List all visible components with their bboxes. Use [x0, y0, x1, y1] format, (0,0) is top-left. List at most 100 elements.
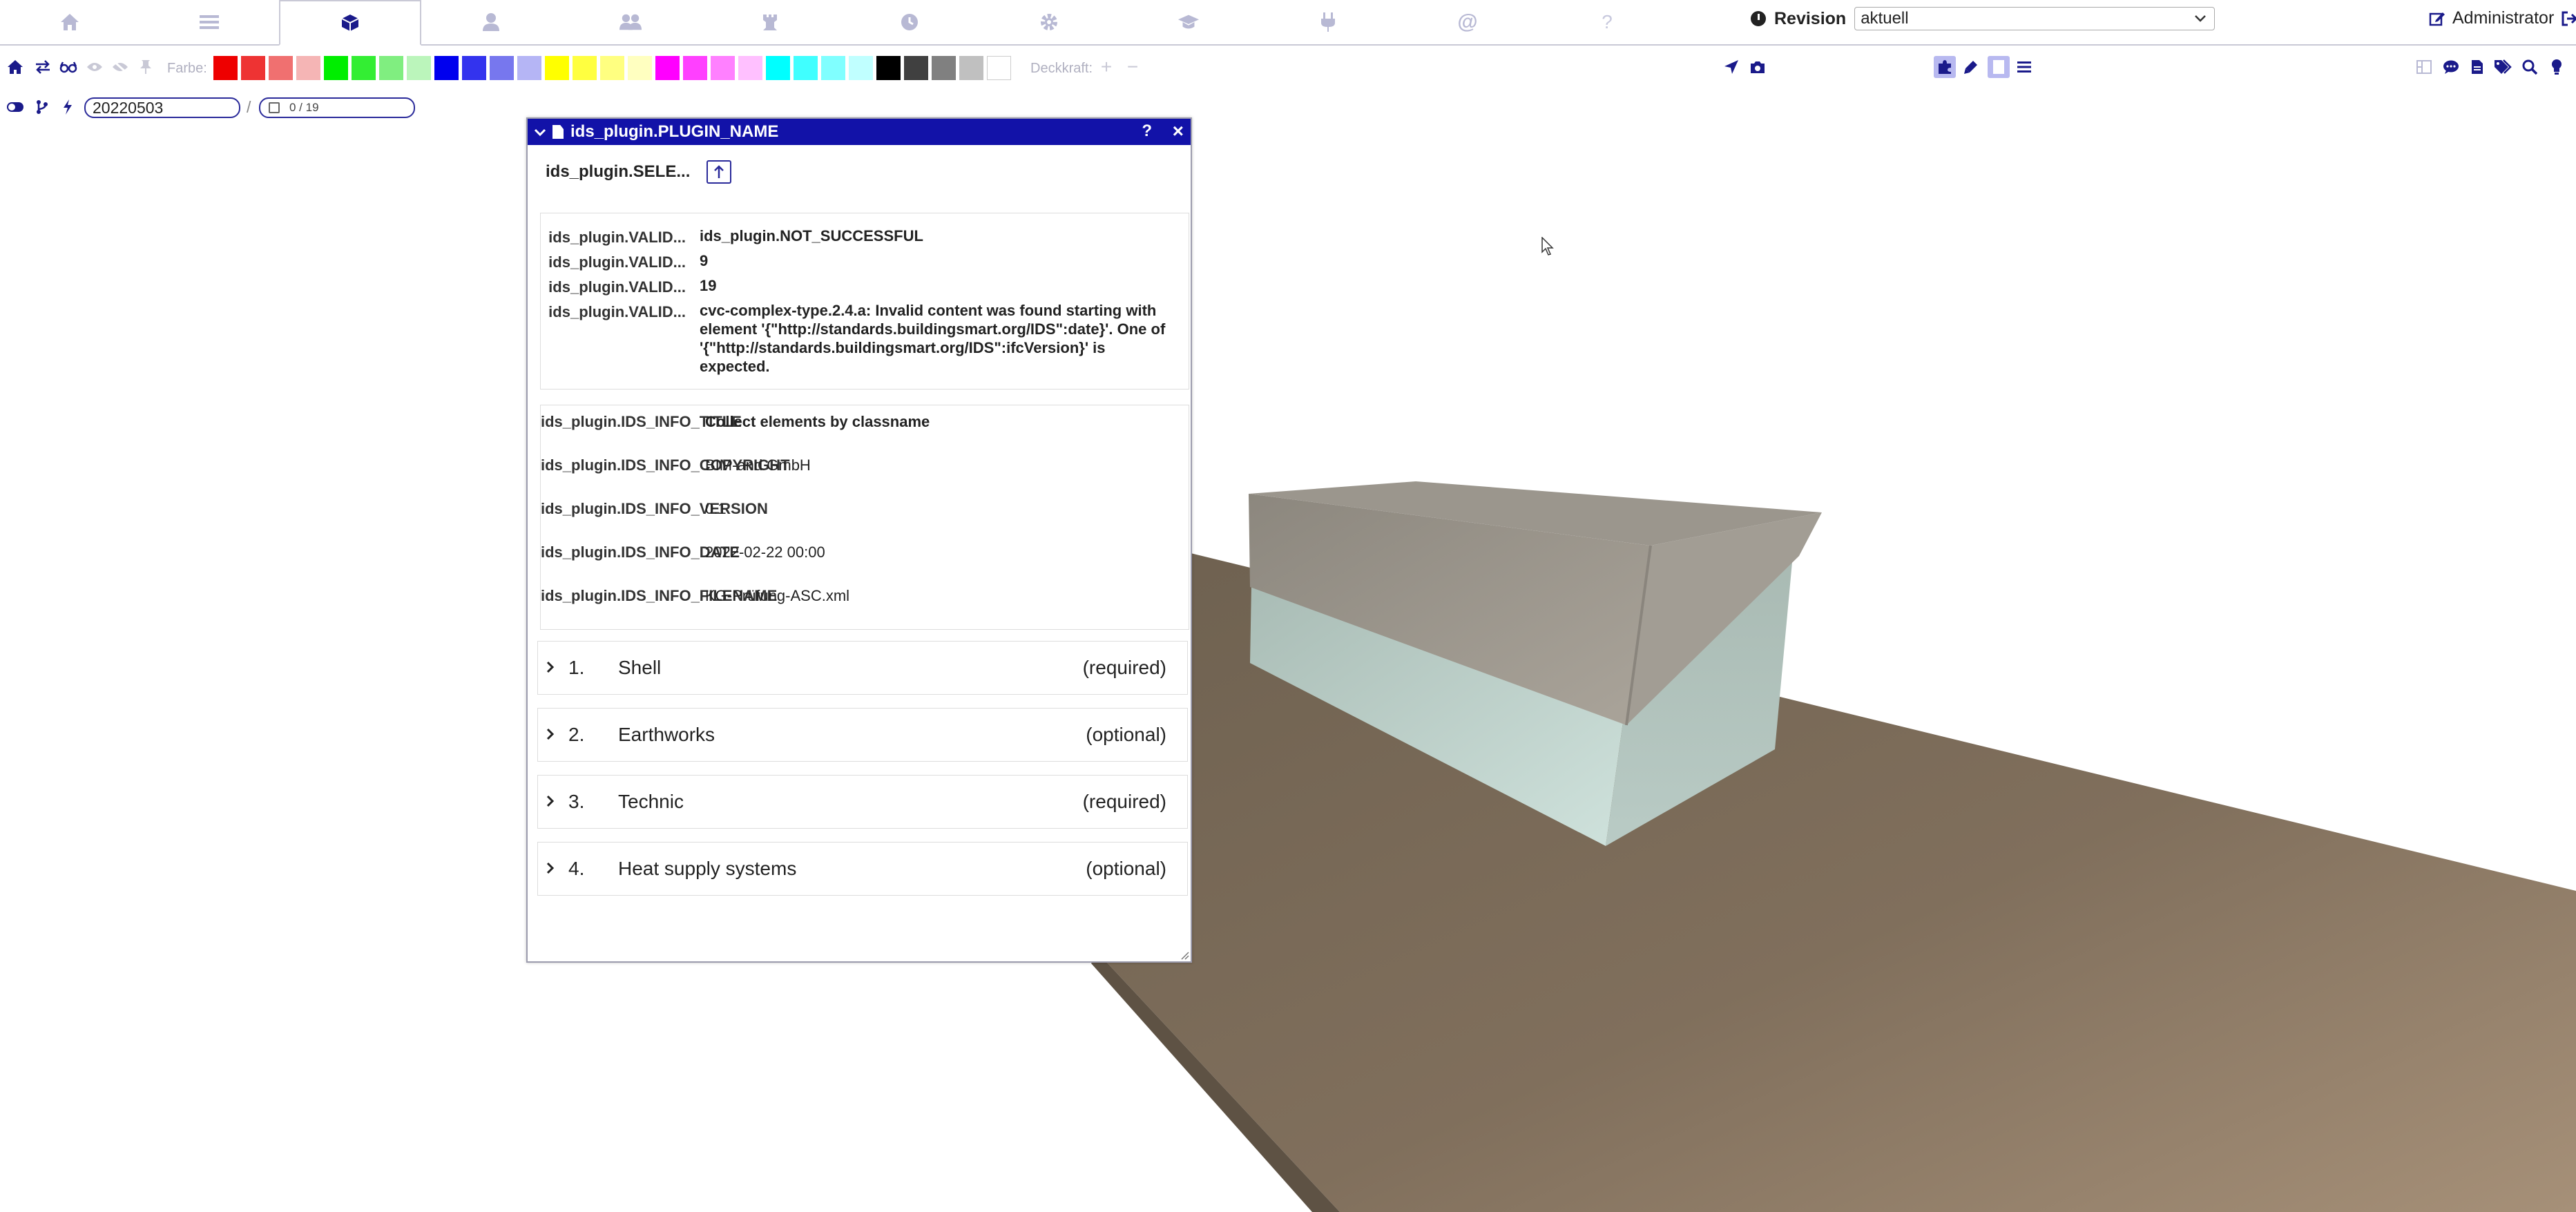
info-value: 0.1: [705, 500, 727, 517]
color-swatch[interactable]: [296, 56, 320, 80]
tab-rooms[interactable]: [700, 0, 840, 44]
color-swatch[interactable]: [379, 56, 403, 80]
date-input[interactable]: 20220503: [84, 97, 240, 118]
color-swatch[interactable]: [821, 56, 845, 80]
dialog-titlebar[interactable]: ids_plugin.PLUGIN_NAME ? ×: [528, 119, 1191, 145]
revision-selector: Revision aktuell: [1751, 7, 2215, 30]
document-icon: [552, 125, 564, 139]
color-swatch[interactable]: [849, 56, 873, 80]
swap-icon[interactable]: [34, 58, 52, 76]
tab-plugins[interactable]: [1258, 0, 1398, 44]
glasses-icon[interactable]: [59, 58, 77, 76]
color-swatch[interactable]: [655, 56, 680, 80]
section-heat-supply[interactable]: 4. Heat supply systems (optional): [537, 842, 1188, 896]
color-swatch[interactable]: [324, 56, 348, 80]
tab-3d-model[interactable]: [279, 0, 421, 46]
color-swatch[interactable]: [241, 56, 265, 80]
element-counter-field[interactable]: 0 / 19: [259, 97, 415, 118]
minus-icon[interactable]: −: [1124, 56, 1142, 77]
pin-icon[interactable]: [137, 58, 155, 76]
home-view-icon[interactable]: [6, 58, 24, 76]
edit-icon: [2429, 12, 2445, 26]
tab-help[interactable]: ?: [1537, 0, 1677, 44]
eye-icon[interactable]: [86, 58, 104, 76]
tab-users[interactable]: [561, 0, 700, 44]
element-counter: 0 / 19: [289, 101, 319, 114]
color-swatch[interactable]: [434, 56, 459, 80]
color-swatch[interactable]: [904, 56, 928, 80]
collapse-chevron-icon[interactable]: [528, 123, 552, 141]
color-swatch[interactable]: [352, 56, 376, 80]
search-icon[interactable]: [2521, 58, 2539, 76]
chevron-right-icon: [546, 657, 555, 678]
resize-handle-icon[interactable]: [1180, 950, 1189, 960]
section-name: Earthworks: [618, 724, 715, 745]
file-icon[interactable]: [2468, 58, 2486, 76]
color-swatch[interactable]: [876, 56, 901, 80]
help-icon: ?: [1602, 11, 1613, 32]
section-requirement: (required): [1082, 657, 1166, 678]
color-swatch[interactable]: [794, 56, 818, 80]
color-swatch[interactable]: [987, 56, 1011, 80]
layout-icon[interactable]: [2415, 58, 2433, 76]
list-lines-icon[interactable]: [2015, 58, 2033, 76]
tab-history[interactable]: [840, 0, 979, 44]
validation-value: 19: [700, 277, 717, 294]
logout-icon[interactable]: [2561, 10, 2576, 27]
color-swatch[interactable]: [932, 56, 956, 80]
color-swatch[interactable]: [573, 56, 597, 80]
opacity-label: Deckkraft:: [1030, 61, 1093, 76]
validation-key: ids_plugin.VALID...: [548, 253, 686, 271]
code-branch-icon[interactable]: [33, 98, 51, 116]
section-earthworks[interactable]: 2. Earthworks (optional): [537, 708, 1188, 762]
tab-contact[interactable]: @: [1398, 0, 1537, 44]
tab-user[interactable]: [421, 0, 561, 44]
revision-clock-icon: [1751, 11, 1766, 26]
building-roof: [1249, 481, 1822, 546]
tab-list[interactable]: [140, 0, 279, 44]
help-button[interactable]: ?: [1142, 122, 1152, 141]
color-swatch[interactable]: [462, 56, 486, 80]
bolt-icon[interactable]: [59, 98, 77, 116]
color-swatch[interactable]: [766, 56, 790, 80]
section-shell[interactable]: 1. Shell (required): [537, 641, 1188, 695]
info-value: KG-Prüfung-ASC.xml: [705, 587, 850, 604]
color-swatch[interactable]: [683, 56, 707, 80]
location-arrow-icon[interactable]: [1722, 58, 1740, 76]
eye-slash-icon[interactable]: [111, 58, 129, 76]
building-upper-front: [1249, 494, 1651, 725]
info-value: BIM-and GmbH: [705, 456, 811, 474]
color-swatch[interactable]: [628, 56, 652, 80]
color-swatch[interactable]: [490, 56, 514, 80]
filter-row: 20220503 / 0 / 19: [0, 95, 552, 120]
tab-home[interactable]: [0, 0, 140, 44]
color-swatch[interactable]: [711, 56, 735, 80]
3d-viewport[interactable]: [0, 0, 2576, 1212]
color-swatch[interactable]: [959, 56, 983, 80]
close-button[interactable]: ×: [1173, 120, 1184, 142]
color-swatch[interactable]: [407, 56, 431, 80]
comment-icon[interactable]: [2442, 58, 2460, 76]
toggle-icon[interactable]: [6, 98, 24, 116]
plus-icon[interactable]: +: [1097, 56, 1115, 77]
validation-key: ids_plugin.VALID...: [548, 303, 686, 320]
tags-icon[interactable]: [2494, 58, 2512, 76]
section-technic[interactable]: 3. Technic (required): [537, 775, 1188, 829]
color-swatch[interactable]: [269, 56, 293, 80]
revision-select[interactable]: aktuell: [1854, 7, 2215, 30]
ground-plane: [1098, 552, 2576, 1212]
camera-icon[interactable]: [1749, 58, 1767, 76]
user-menu[interactable]: Administrator: [2429, 8, 2576, 28]
color-swatch[interactable]: [600, 56, 624, 80]
marker-icon[interactable]: [1962, 58, 1980, 76]
color-swatch[interactable]: [213, 56, 238, 80]
upload-button[interactable]: [707, 160, 732, 184]
ground-slab-edge: [1091, 953, 1340, 1212]
lightbulb-icon[interactable]: [2548, 58, 2566, 76]
tab-training[interactable]: [1119, 0, 1258, 44]
tab-settings[interactable]: [979, 0, 1119, 44]
cube-icon: [339, 12, 361, 34]
color-swatch[interactable]: [738, 56, 762, 80]
color-swatch[interactable]: [517, 56, 541, 80]
color-swatch[interactable]: [545, 56, 569, 80]
